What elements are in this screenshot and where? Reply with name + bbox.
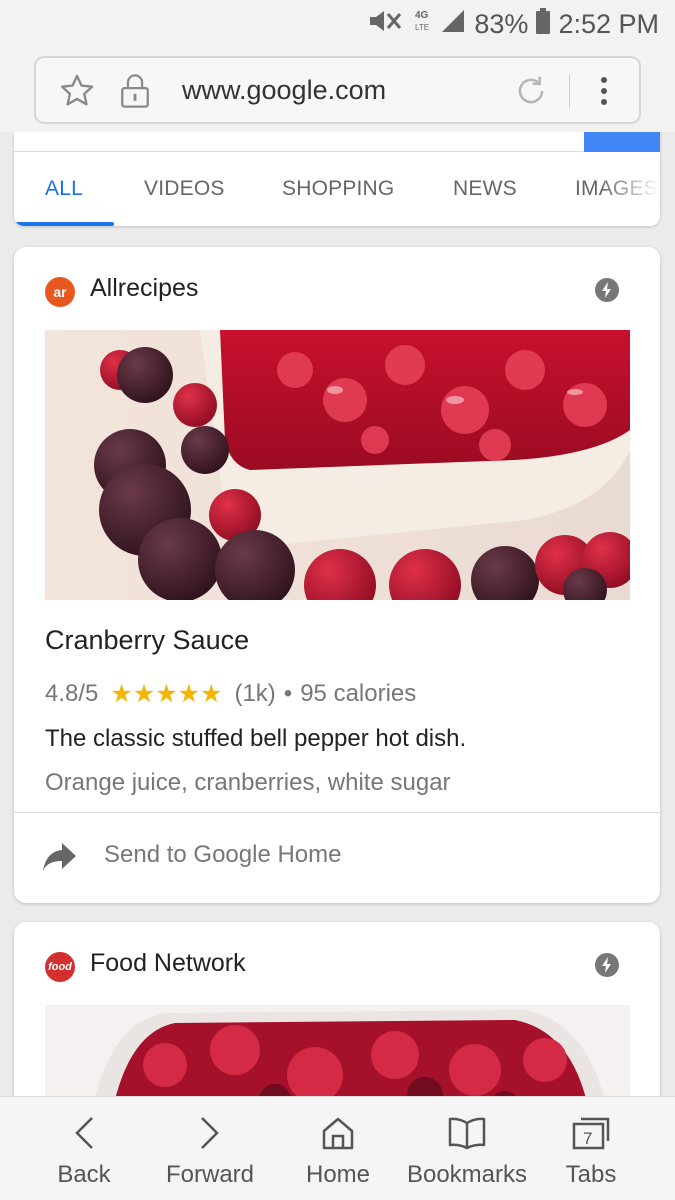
signal-icon <box>440 8 466 41</box>
tabs-fade <box>600 152 660 226</box>
url-text[interactable]: www.google.com <box>182 75 386 106</box>
amp-lightning-icon <box>594 952 620 983</box>
recipe-image[interactable] <box>45 1005 630 1096</box>
search-button[interactable] <box>584 132 660 152</box>
tab-shopping[interactable]: SHOPPING <box>282 152 394 226</box>
rating-stars: ★★★★★ <box>110 680 223 708</box>
nav-home-label: Home <box>305 1161 371 1188</box>
clock: 2:52 PM <box>558 9 659 39</box>
status-bar: 4G LTE 83% 2:52 PM <box>0 0 675 46</box>
bottom-navigation: Back Forward Home Bookmarks 7 Tabs <box>0 1096 675 1200</box>
search-header: ALL VIDEOS SHOPPING NEWS IMAGES <box>14 132 660 226</box>
result-card[interactable]: food Food Network <box>14 922 660 1096</box>
forward-arrow-icon <box>198 1113 222 1153</box>
more-options-icon[interactable] <box>594 72 614 115</box>
review-count: (1k) <box>234 680 276 707</box>
nav-back-label: Back <box>57 1161 111 1188</box>
mute-icon <box>366 7 406 42</box>
tab-videos[interactable]: VIDEOS <box>144 152 225 226</box>
reload-icon[interactable] <box>512 72 550 115</box>
tab-count: 7 <box>583 1129 592 1148</box>
result-source[interactable]: Food Network <box>90 949 246 978</box>
result-source[interactable]: Allrecipes <box>90 274 198 303</box>
search-input-edge[interactable] <box>14 132 584 152</box>
svg-text:4G: 4G <box>415 10 429 21</box>
home-icon <box>320 1113 356 1153</box>
food-network-logo: food <box>45 952 75 982</box>
nav-back[interactable]: Back <box>44 1097 124 1200</box>
nav-home[interactable]: Home <box>298 1097 378 1200</box>
nav-bookmarks-label: Bookmarks <box>406 1161 528 1188</box>
nav-forward[interactable]: Forward <box>158 1097 262 1200</box>
browser-toolbar: www.google.com <box>0 46 675 132</box>
allrecipes-logo: ar <box>45 277 75 307</box>
toolbar-divider <box>569 74 570 108</box>
rating-value: 4.8/5 <box>45 680 99 707</box>
result-description: The classic stuffed bell pepper hot dish… <box>45 725 467 752</box>
status-icons: 4G LTE 83% 2:52 PM <box>366 6 659 43</box>
result-card[interactable]: ar Allrecipes Cranberry Sauce 4.8/5 ★★★★… <box>14 247 660 903</box>
bookmarks-icon <box>447 1113 487 1153</box>
nav-tabs-label: Tabs <box>565 1161 617 1188</box>
tab-news[interactable]: NEWS <box>453 152 517 226</box>
tabs-icon: 7 <box>571 1113 611 1153</box>
search-tabs: ALL VIDEOS SHOPPING NEWS IMAGES <box>14 152 660 226</box>
lock-icon[interactable] <box>118 72 152 115</box>
share-arrow-icon <box>42 841 78 878</box>
tab-all[interactable]: ALL <box>45 152 83 226</box>
send-to-google-home-label: Send to Google Home <box>104 841 342 868</box>
recipe-image[interactable] <box>45 330 630 600</box>
active-tab-indicator <box>14 222 114 226</box>
nav-bookmarks[interactable]: Bookmarks <box>402 1097 532 1200</box>
battery-icon <box>536 8 551 41</box>
battery-percent: 83% <box>474 9 529 39</box>
nav-tabs[interactable]: 7 Tabs <box>556 1097 626 1200</box>
web-page: ALL VIDEOS SHOPPING NEWS IMAGES ar Allre… <box>0 132 675 1096</box>
send-to-google-home-button[interactable]: Send to Google Home <box>14 813 660 903</box>
network-type-icon: 4G LTE <box>414 6 432 43</box>
star-icon[interactable] <box>58 72 96 115</box>
amp-lightning-icon <box>594 277 620 308</box>
calories: 95 calories <box>300 680 417 707</box>
result-title[interactable]: Cranberry Sauce <box>45 625 249 656</box>
nav-forward-label: Forward <box>165 1161 255 1188</box>
back-arrow-icon <box>72 1113 96 1153</box>
result-ingredients: Orange juice, cranberries, white sugar <box>45 769 451 796</box>
address-bar[interactable]: www.google.com <box>34 56 641 124</box>
rating-row: 4.8/5 ★★★★★ (1k) • 95 calories <box>45 679 416 709</box>
svg-text:LTE: LTE <box>415 23 429 32</box>
separator-dot: • <box>283 680 293 707</box>
